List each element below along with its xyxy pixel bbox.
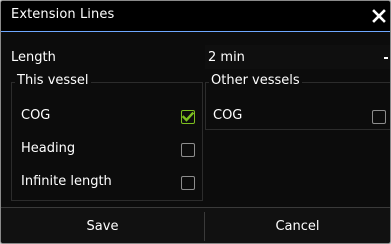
length-select-value: 2 min bbox=[208, 50, 245, 65]
this-vessel-heading-label: Heading bbox=[21, 141, 76, 156]
close-button[interactable] bbox=[368, 5, 390, 27]
save-button[interactable]: Save bbox=[1, 208, 204, 243]
other-vessels-group-label: Other vessels bbox=[209, 73, 302, 88]
checkmark-icon bbox=[181, 111, 195, 122]
other-vessels-cog-label: COG bbox=[213, 108, 243, 123]
this-vessel-group-label: This vessel bbox=[15, 73, 91, 88]
close-icon bbox=[372, 9, 386, 23]
this-vessel-cog-label: COG bbox=[21, 108, 51, 123]
other-vessels-cog-checkbox[interactable] bbox=[372, 110, 386, 124]
title-bar: Extension Lines bbox=[1, 1, 390, 32]
extension-lines-dialog: Extension Lines Length 2 min This vessel… bbox=[0, 0, 391, 244]
this-vessel-infinite-length-label: Infinite length bbox=[21, 174, 112, 189]
this-vessel-cog-checkbox[interactable] bbox=[181, 110, 195, 124]
dropdown-indicator-icon bbox=[384, 57, 388, 59]
length-select[interactable]: 2 min bbox=[205, 45, 390, 69]
dialog-title: Extension Lines bbox=[11, 7, 115, 22]
button-bar: Save Cancel bbox=[1, 207, 390, 243]
this-vessel-infinite-length-checkbox[interactable] bbox=[181, 176, 195, 190]
length-label: Length bbox=[11, 50, 56, 65]
this-vessel-heading-checkbox[interactable] bbox=[181, 143, 195, 157]
cancel-button[interactable]: Cancel bbox=[205, 208, 390, 243]
